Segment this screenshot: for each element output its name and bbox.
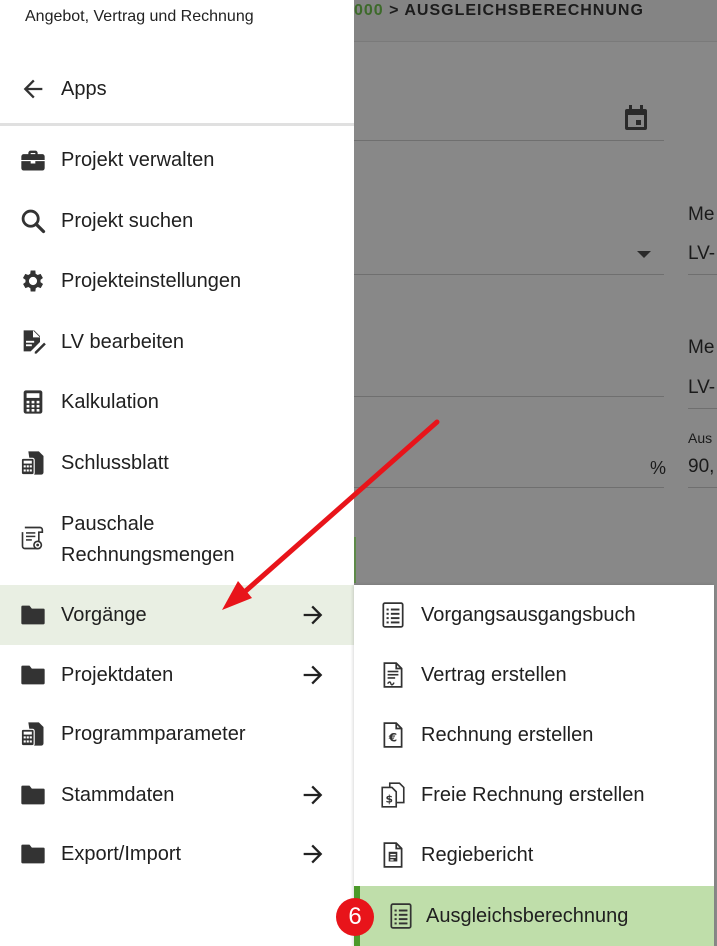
arrow-right-icon <box>299 661 327 689</box>
step-number-badge: 6 <box>336 898 374 936</box>
dollar-documents-icon: $ <box>380 781 406 809</box>
date-field-underline <box>354 140 664 141</box>
nav-item-label: LV bearbeiten <box>61 331 185 353</box>
field-underline <box>688 408 717 409</box>
field-underline <box>688 274 717 275</box>
field-label: Me <box>688 337 715 358</box>
submenu-item-vorgangsausgangsbuch[interactable]: Vorgangsausgangsbuch <box>354 585 714 645</box>
submenu-item-label: Freie Rechnung erstellen <box>421 784 645 806</box>
scroll-document-icon <box>19 524 47 552</box>
nav-item-pauschale-rechnungsmengen[interactable]: Pauschale Rechnungsmengen <box>0 494 354 582</box>
select-field-underline <box>354 274 664 275</box>
divider <box>0 123 354 126</box>
field-value[interactable]: 90, <box>688 456 714 478</box>
nav-item-programmparameter[interactable]: Programmparameter <box>0 704 354 764</box>
folder-icon <box>19 781 47 809</box>
nav-item-export-import[interactable]: Export/Import <box>0 824 354 884</box>
nav-item-schlussblatt[interactable]: Schlussblatt <box>0 433 354 493</box>
nav-item-label: Programmparameter <box>61 723 246 745</box>
back-label: Apps <box>61 78 107 100</box>
dropdown-arrow-icon[interactable] <box>637 251 651 258</box>
arrow-right-icon <box>299 781 327 809</box>
back-to-apps[interactable]: Apps <box>0 62 354 118</box>
arrow-left-icon <box>19 75 47 103</box>
percent-field-underline <box>354 487 664 488</box>
briefcase-icon <box>19 146 47 174</box>
nav-item-label: Projekt suchen <box>61 210 194 232</box>
breadcrumb-current: AUSGLEICHSBERECHNUNG <box>404 2 644 19</box>
submenu-item-ausgleichsberechnung[interactable]: Ausgleichsberechnung <box>354 886 714 946</box>
nav-item-label: Vorgänge <box>61 604 147 626</box>
nav-item-label: Export/Import <box>61 843 182 865</box>
folder-icon <box>19 601 47 629</box>
percent-unit: % <box>650 458 667 478</box>
submenu-item-rechnung-erstellen[interactable]: € Rechnung erstellen <box>354 705 714 765</box>
sheet-calculator-icon <box>19 720 47 748</box>
list-document-icon <box>380 601 406 629</box>
nav-item-label: Projektdaten <box>61 664 174 686</box>
svg-text:€: € <box>388 730 397 744</box>
arrow-right-icon <box>299 601 327 629</box>
svg-text:$: $ <box>385 793 392 806</box>
nav-item-projekteinstellungen[interactable]: Projekteinstellungen <box>0 251 354 311</box>
nav-item-stammdaten[interactable]: Stammdaten <box>0 765 354 825</box>
field-underline <box>354 396 664 397</box>
nav-item-projekt-suchen[interactable]: Projekt suchen <box>0 191 354 251</box>
nav-item-vorgaenge[interactable]: Vorgänge <box>0 585 354 645</box>
submenu-item-label: Vorgangsausgangsbuch <box>421 604 636 626</box>
field-value[interactable]: LV- <box>688 377 715 399</box>
submenu-item-label: Ausgleichsberechnung <box>426 905 629 927</box>
navigation-drawer: Angebot, Vertrag und Rechnung Apps Proje… <box>0 0 354 946</box>
folder-icon <box>19 840 47 868</box>
submenu-vorgaenge: Vorgangsausgangsbuch Vertrag erstellen €… <box>354 585 714 946</box>
submenu-item-label: Regiebericht <box>421 844 534 866</box>
calculator-icon <box>19 388 47 416</box>
sheet-calculator-icon <box>19 449 47 477</box>
report-document-icon <box>380 841 406 869</box>
folder-icon <box>19 661 47 689</box>
nav-item-label-line-1: Pauschale <box>61 513 155 535</box>
breadcrumb: 000 > AUSGLEICHSBERECHNUNG <box>354 2 644 20</box>
drawer-title: Angebot, Vertrag und Rechnung <box>25 8 254 25</box>
breadcrumb-project[interactable]: 000 <box>354 2 384 19</box>
breadcrumb-separator: > <box>383 2 405 19</box>
edit-document-icon <box>19 328 47 356</box>
nav-item-lv-bearbeiten[interactable]: LV bearbeiten <box>0 312 354 372</box>
search-icon <box>19 207 47 235</box>
gear-icon <box>19 267 47 295</box>
list-document-icon <box>388 902 414 930</box>
nav-item-projekt-verwalten[interactable]: Projekt verwalten <box>0 130 354 190</box>
field-label: Me <box>688 204 715 225</box>
calendar-icon[interactable] <box>624 105 648 131</box>
contract-document-icon <box>380 661 406 689</box>
submenu-item-regiebericht[interactable]: Regiebericht <box>354 825 714 885</box>
nav-item-projektdaten[interactable]: Projektdaten <box>0 645 354 705</box>
submenu-item-label: Vertrag erstellen <box>421 664 567 686</box>
nav-item-label: Kalkulation <box>61 391 159 413</box>
arrow-right-icon <box>299 840 327 868</box>
field-value[interactable]: LV- <box>688 243 715 265</box>
field-label: Aus <box>688 430 713 446</box>
nav-item-label: Projekteinstellungen <box>61 270 242 292</box>
submenu-item-label: Rechnung erstellen <box>421 724 594 746</box>
nav-item-label-line-2: Rechnungsmengen <box>61 544 235 566</box>
nav-item-label: Stammdaten <box>61 784 175 806</box>
euro-document-icon: € <box>380 721 406 749</box>
submenu-item-vertrag-erstellen[interactable]: Vertrag erstellen <box>354 645 714 705</box>
submenu-item-freie-rechnung-erstellen[interactable]: $ Freie Rechnung erstellen <box>354 765 714 825</box>
nav-item-kalkulation[interactable]: Kalkulation <box>0 372 354 432</box>
nav-item-label: Schlussblatt <box>61 452 169 474</box>
nav-item-label: Projekt verwalten <box>61 149 215 171</box>
field-underline <box>688 487 717 488</box>
